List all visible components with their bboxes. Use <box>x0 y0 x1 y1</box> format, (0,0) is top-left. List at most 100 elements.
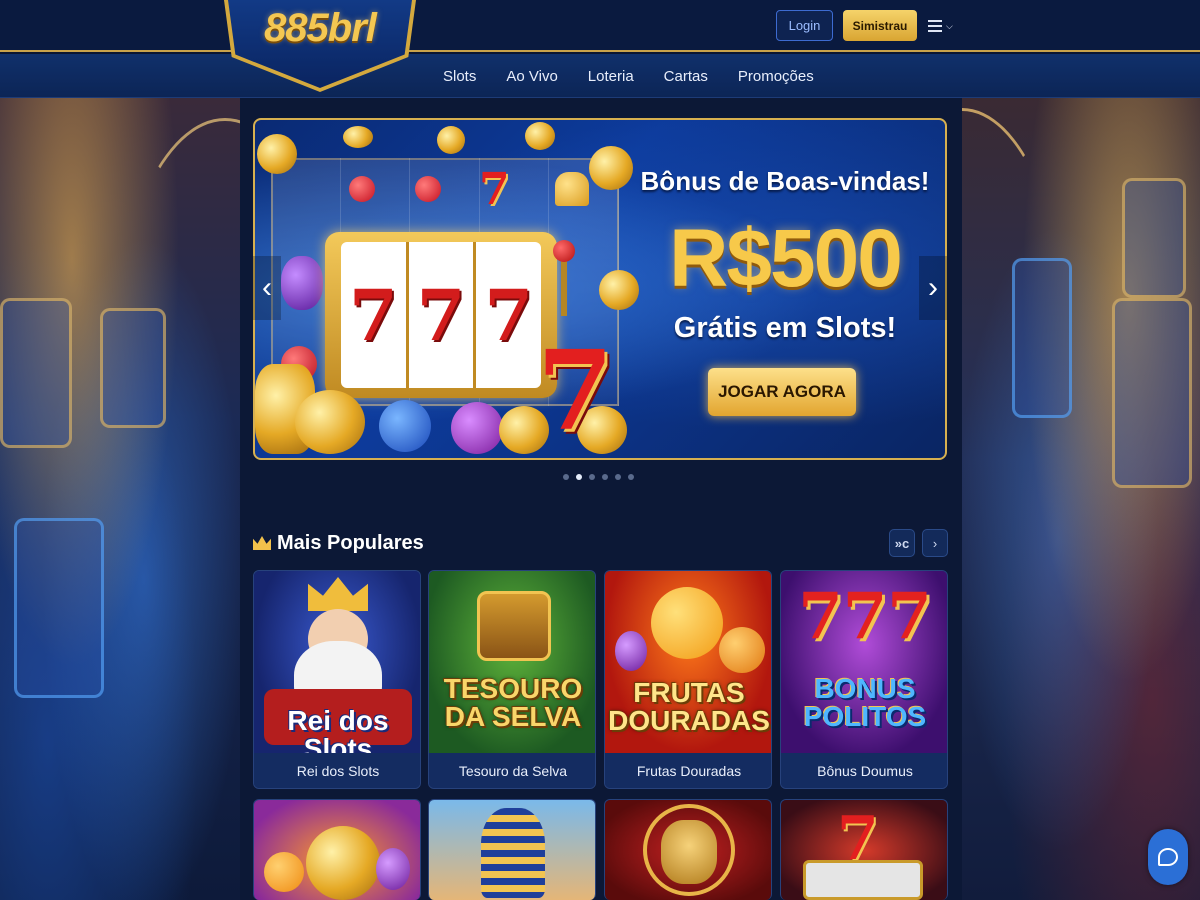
slot-machine-image <box>1122 178 1186 298</box>
nav-item-slots[interactable]: Slots <box>443 68 476 85</box>
section-title: Mais Populares <box>277 531 424 554</box>
game-thumbnail: FRUTAS DOURADAS <box>605 571 771 753</box>
orange-image <box>651 587 723 659</box>
carousel-dot[interactable] <box>602 474 608 480</box>
nav-item-cartas[interactable]: Cartas <box>664 68 708 85</box>
game-name: Bônus Doumus <box>781 753 947 788</box>
coin-image <box>257 134 297 174</box>
game-card[interactable]: TESOURO DA SELVA Tesouro da Selva <box>428 570 596 789</box>
game-thumbnail: 7 <box>781 800 947 900</box>
cherry-image <box>349 176 375 202</box>
orange-image <box>264 852 304 892</box>
game-name: Frutas Douradas <box>605 753 771 788</box>
play-now-button[interactable]: JOGAR AGORA <box>708 368 856 416</box>
game-thumbnail <box>254 800 420 900</box>
carousel-dots <box>563 474 634 480</box>
section-header: Mais Populares <box>253 529 424 557</box>
game-art-title: Rei dos Slots <box>287 705 389 754</box>
login-button[interactable]: Login <box>776 10 833 41</box>
treasure-chest-image <box>477 591 551 661</box>
game-art-title: BONUS POLITOS <box>803 673 927 732</box>
slot-machine-image <box>1112 298 1192 488</box>
game-card[interactable]: 777 BONUS POLITOS Bônus Doumus <box>780 570 948 789</box>
game-card[interactable]: FRUTAS DOURADAS Frutas Douradas <box>604 570 772 789</box>
coin-pile-image <box>295 390 365 454</box>
menu-button[interactable]: ⌵ <box>928 15 960 37</box>
banner-subtitle: Grátis em Slots! <box>673 312 897 344</box>
coin-image <box>437 126 465 154</box>
reel-symbol: 7 <box>341 242 409 388</box>
carousel-dot[interactable] <box>589 474 595 480</box>
bell-image <box>555 172 589 206</box>
game-thumbnail: Rei dos Slots <box>254 571 420 754</box>
grapes-image <box>376 848 410 890</box>
chevron-left-icon: ‹ <box>262 271 272 304</box>
game-thumbnail <box>605 800 771 900</box>
slot-machine-image <box>100 308 166 428</box>
coin-image <box>343 126 373 148</box>
chevron-down-icon: ⌵ <box>946 20 953 31</box>
game-thumbnail: 777 BONUS POLITOS <box>781 571 947 753</box>
jaguar-image <box>661 820 717 884</box>
carousel-dot-active[interactable] <box>576 474 582 480</box>
slot-machine-image <box>0 298 72 448</box>
game-thumbnail: TESOURO DA SELVA <box>429 571 595 753</box>
carousel-dot[interactable] <box>615 474 621 480</box>
carousel-next-button[interactable]: › <box>919 256 947 320</box>
coin-image <box>306 826 380 900</box>
signup-button[interactable]: Simistrau <box>843 10 917 41</box>
banner-amount: R$500 <box>669 213 903 304</box>
plum-image <box>379 400 431 452</box>
grapes-image <box>281 256 323 310</box>
banner-title: Bônus de Boas-vindas! <box>640 166 930 196</box>
background-casino-left <box>0 98 340 900</box>
chat-button[interactable] <box>1148 829 1188 885</box>
grapes-image <box>615 631 647 671</box>
chevron-right-icon: › <box>928 271 938 304</box>
game-card[interactable] <box>604 799 772 900</box>
seven-symbol: 7 <box>479 164 510 215</box>
nav-item-promocoes[interactable]: Promoções <box>738 68 814 85</box>
coin-image <box>599 270 639 310</box>
chevron-right-icon: › <box>932 535 938 551</box>
slot-machine-window: 7 7 7 <box>341 242 541 388</box>
section-next-button[interactable]: › <box>922 529 948 557</box>
game-card[interactable]: 7 <box>780 799 948 900</box>
crown-icon <box>308 577 368 611</box>
chat-icon <box>1158 848 1178 866</box>
orange-image <box>719 627 765 673</box>
lever-image <box>561 258 567 316</box>
background-casino-right <box>852 98 1200 900</box>
coin-image <box>589 146 633 190</box>
game-card[interactable] <box>428 799 596 900</box>
reel-symbol: 7 <box>484 273 534 357</box>
crown-icon <box>253 536 271 550</box>
game-art-title: FRUTAS DOURADAS <box>608 677 770 736</box>
game-name: Tesouro da Selva <box>429 753 595 788</box>
game-card[interactable] <box>253 799 421 900</box>
game-name: Rei dos Slots <box>254 753 420 788</box>
reel-symbol: 7 <box>409 242 477 388</box>
promo-banner[interactable]: 7 7 7 7 7 Bônus de Boas-vindas! R$500 Gr… <box>253 118 947 460</box>
game-art-number: 777 <box>798 579 932 654</box>
slot-machine-image <box>1012 258 1072 418</box>
top-bar <box>0 0 1200 52</box>
carousel-dot[interactable] <box>628 474 634 480</box>
pharaoh-image <box>481 808 545 898</box>
section-prev-button[interactable]: »c <box>889 529 915 557</box>
carousel-prev-button[interactable]: ‹ <box>253 256 281 320</box>
slot-machine-image <box>803 860 923 900</box>
game-card[interactable]: Rei dos Slots Rei dos Slots <box>253 570 421 789</box>
hamburger-icon <box>928 20 942 32</box>
plum-image <box>451 402 503 454</box>
nav-item-ao-vivo[interactable]: Ao Vivo <box>506 68 557 85</box>
game-art-title: TESOURO DA SELVA <box>443 673 583 732</box>
coin-image <box>525 122 555 150</box>
nav-item-loteria[interactable]: Loteria <box>588 68 634 85</box>
seven-symbol: 7 <box>537 326 614 455</box>
lever-ball-image <box>553 240 575 262</box>
main-nav: Slots Ao Vivo Loteria Cartas Promoções <box>428 54 829 98</box>
cherry-image <box>415 176 441 202</box>
carousel-dot[interactable] <box>563 474 569 480</box>
game-thumbnail <box>429 800 595 900</box>
